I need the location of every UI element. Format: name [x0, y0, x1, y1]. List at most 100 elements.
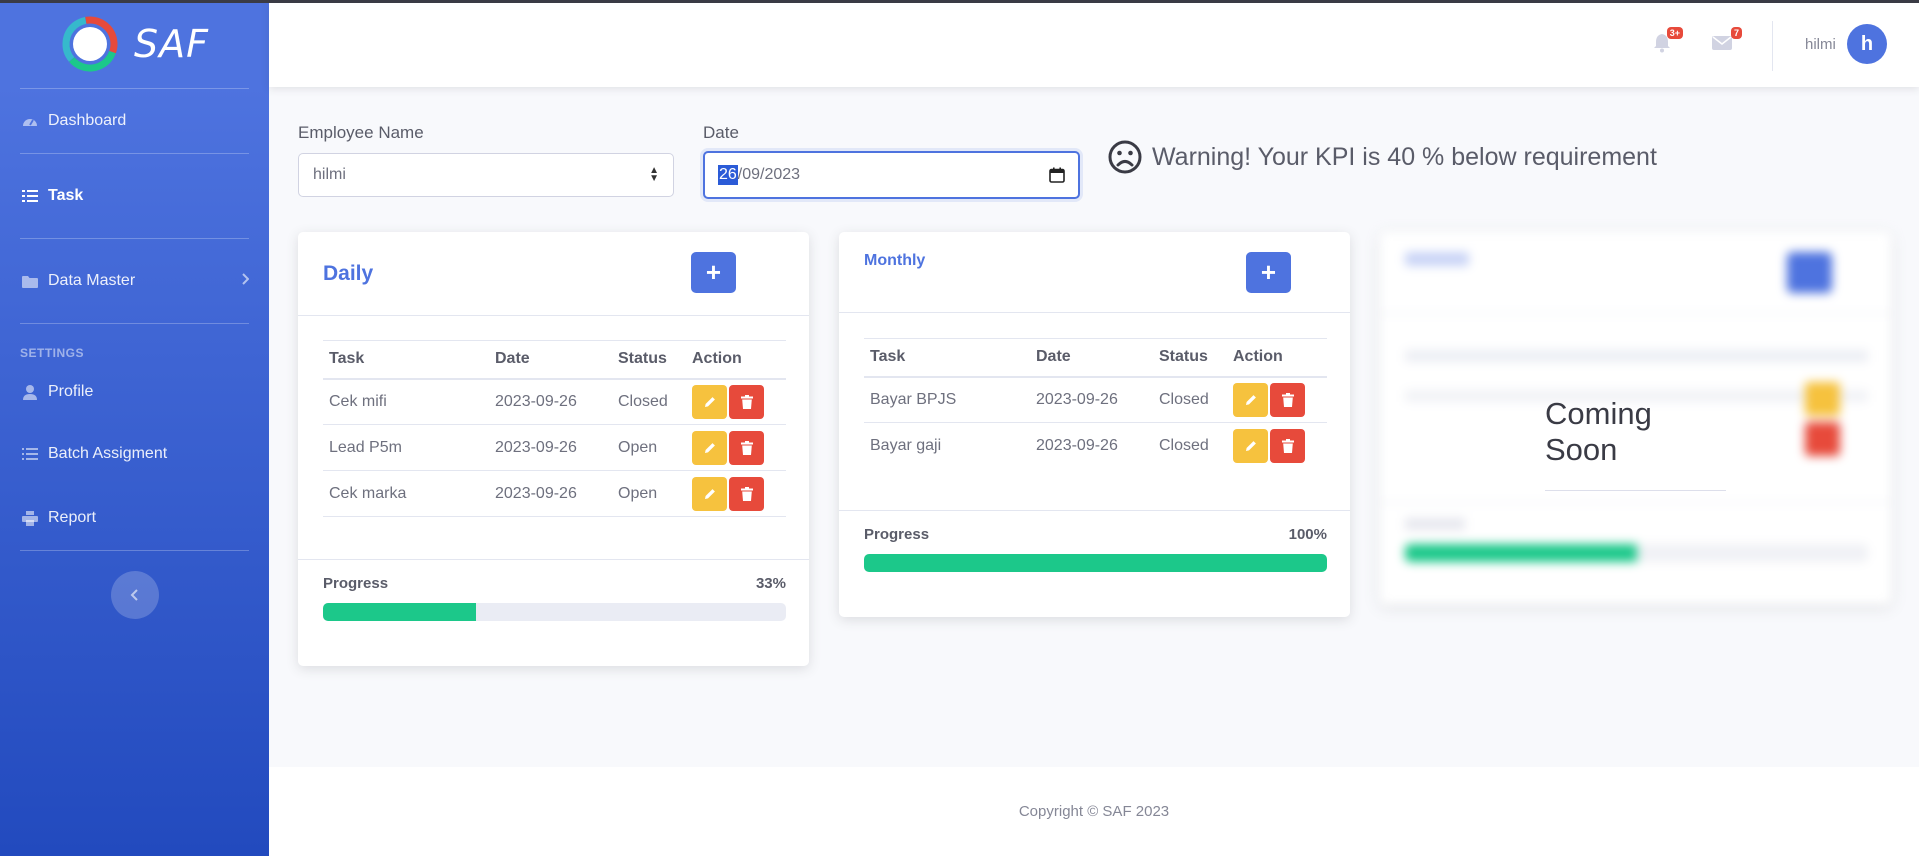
sidebar-divider: [20, 550, 249, 551]
sidebar-item-data-master[interactable]: Data Master: [0, 239, 269, 323]
delete-button[interactable]: [729, 476, 764, 511]
delete-button[interactable]: [1270, 428, 1305, 463]
status-cell: Closed: [1159, 436, 1209, 454]
progress-value: 33%: [755, 575, 786, 592]
delete-button[interactable]: [729, 430, 764, 465]
column-header-date: Date: [489, 340, 612, 380]
sidebar-toggle-button[interactable]: [110, 571, 159, 619]
table-header-row: Task Date Status Action: [864, 338, 1327, 378]
pencil-icon: [704, 488, 715, 499]
status-cell: Closed: [612, 378, 686, 425]
copyright-text: Copyright © SAF 2023: [1018, 803, 1170, 820]
edit-button[interactable]: [692, 430, 727, 465]
trash-icon: [1281, 392, 1294, 407]
monthly-card-title: Monthly: [864, 252, 926, 269]
edit-button[interactable]: [1233, 382, 1268, 417]
task-cell: Bayar BPJS: [864, 376, 1030, 423]
daily-card-title: Daily: [323, 262, 374, 285]
progress-value: 100%: [1288, 526, 1327, 543]
kpi-warning-text: Warning! Your KPI is 40 % below requirem…: [1152, 142, 1657, 171]
delete-button[interactable]: [1270, 382, 1305, 417]
trash-icon: [740, 394, 753, 409]
pencil-icon: [1245, 440, 1256, 451]
sidebar-item-report[interactable]: Report: [0, 486, 269, 550]
sidebar-item-profile[interactable]: Profile: [0, 362, 269, 422]
table-row: Cek mifi 2023-09-26 Closed: [323, 378, 786, 425]
sidebar-item-batch-assigment[interactable]: Batch Assigment: [0, 422, 269, 486]
action-cell: [686, 424, 786, 471]
action-cell: [1227, 376, 1327, 423]
frown-face-icon: [1108, 140, 1142, 174]
tasks-icon: [20, 188, 40, 204]
edit-button[interactable]: [692, 384, 727, 419]
trash-icon: [1281, 438, 1294, 453]
print-icon: [20, 510, 40, 526]
sidebar-item-dashboard[interactable]: Dashboard: [0, 89, 269, 153]
edit-button[interactable]: [1233, 428, 1268, 463]
monthly-card: Monthly + Task Date Status Action Bayar …: [839, 232, 1350, 617]
calendar-icon[interactable]: [1049, 167, 1065, 183]
date-cell: 2023-09-26: [489, 424, 612, 471]
date-cell: 2023-09-26: [489, 470, 612, 517]
task-cell: Cek mifi: [323, 378, 489, 425]
delete-button[interactable]: [729, 384, 764, 419]
progress-bar-fill: [323, 603, 476, 621]
date-day-segment: 26: [718, 165, 738, 185]
messages-button[interactable]: 7: [1712, 27, 1742, 53]
alerts-button[interactable]: 3+: [1653, 27, 1683, 53]
card-divider: [298, 559, 809, 560]
messages-badge: 7: [1730, 27, 1742, 39]
progress-label: Progress: [323, 575, 389, 592]
action-cell: [1227, 423, 1327, 469]
sidebar-item-label: Dashboard: [48, 112, 127, 129]
user-name[interactable]: hilmi: [1805, 36, 1836, 53]
column-header-action: Action: [1227, 338, 1327, 378]
blurred-divider: [1380, 502, 1891, 503]
column-header-status: Status: [1153, 338, 1227, 378]
column-header-status: Status: [612, 340, 686, 380]
monthly-card-header: Monthly +: [839, 232, 1350, 313]
monthly-progress-bar: [864, 554, 1327, 572]
date-cell: 2023-09-26: [489, 378, 612, 425]
progress-bar-fill: [1405, 544, 1637, 562]
add-daily-task-button[interactable]: +: [691, 252, 736, 293]
add-monthly-task-button[interactable]: +: [1246, 252, 1291, 293]
chevron-left-icon: [130, 589, 138, 601]
sidebar-item-label: Profile: [48, 383, 94, 400]
user-icon: [20, 384, 40, 400]
plus-icon: +: [705, 257, 722, 287]
employee-name-label: Employee Name: [298, 123, 424, 142]
sidebar-item-task[interactable]: Task: [0, 154, 269, 238]
trash-icon: [740, 486, 753, 501]
brand[interactable]: SAF: [0, 0, 269, 88]
table-row: Cek marka 2023-09-26 Open: [323, 470, 786, 517]
monthly-task-table: Task Date Status Action Bayar BPJS 2023-…: [864, 338, 1327, 469]
daily-task-table: Task Date Status Action Cek mifi 2023-09…: [323, 340, 786, 517]
blurred-edit-button: [1805, 382, 1840, 416]
daily-card: Daily + Task Date Status Action Cek mifi…: [298, 232, 809, 666]
card-divider: [839, 510, 1350, 511]
blurred-progress-label: [1405, 518, 1465, 530]
select-caret-icon: ▲ ▼: [649, 165, 659, 184]
blurred-delete-button: [1805, 422, 1840, 456]
employee-name-select[interactable]: hilmi ▲ ▼: [298, 153, 674, 197]
status-cell: Open: [612, 470, 686, 517]
table-row: Lead P5m 2023-09-26 Open: [323, 424, 786, 471]
avatar[interactable]: h: [1847, 24, 1887, 64]
edit-button[interactable]: [692, 476, 727, 511]
brand-logo-icon: [62, 16, 118, 72]
blurred-table-header: [1405, 350, 1868, 362]
dashboard-icon: [20, 113, 40, 129]
alerts-badge: 3+: [1666, 27, 1683, 39]
column-header-date: Date: [1030, 338, 1153, 378]
blurred-header-divider: [1380, 313, 1891, 314]
table-header-row: Task Date Status Action: [323, 340, 786, 380]
sidebar-divider: [20, 323, 249, 324]
blurred-card-title: [1405, 252, 1469, 266]
employee-name-value: hilmi: [313, 166, 346, 183]
column-header-task: Task: [864, 338, 1030, 378]
sidebar-heading-settings: SETTINGS: [20, 346, 85, 360]
date-input[interactable]: 26 /09/2023: [703, 151, 1080, 199]
sidebar-item-label: Batch Assigment: [48, 445, 168, 462]
task-cell: Bayar gaji: [870, 436, 942, 454]
